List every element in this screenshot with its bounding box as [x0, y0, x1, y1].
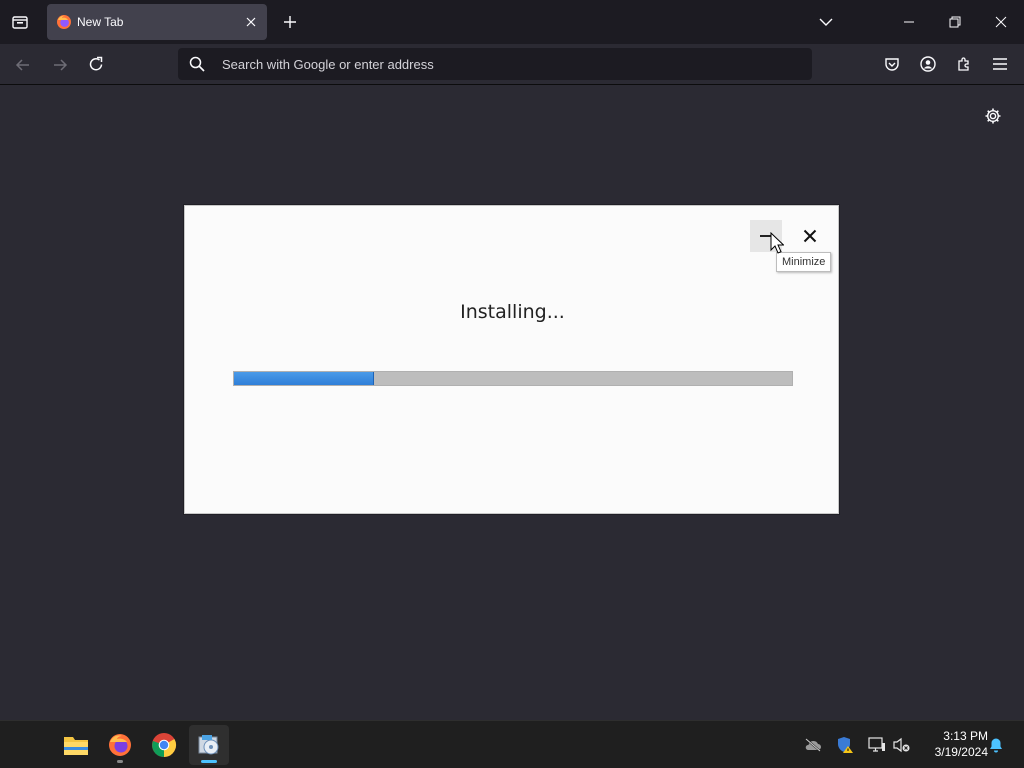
chevron-down-icon — [819, 18, 833, 26]
account-button[interactable] — [916, 52, 940, 76]
cloud-offline-icon — [805, 738, 821, 752]
running-indicator — [117, 760, 123, 763]
bell-icon — [990, 738, 1002, 753]
folder-icon — [64, 737, 88, 755]
taskbar-firefox[interactable] — [100, 725, 140, 765]
extensions-button[interactable] — [952, 52, 976, 76]
progress-fill — [234, 372, 374, 385]
account-icon — [920, 56, 936, 72]
active-indicator — [201, 760, 217, 763]
back-button[interactable] — [10, 52, 36, 78]
reload-icon — [89, 56, 103, 71]
chrome-icon — [152, 733, 177, 757]
tab-strip: New Tab — [0, 0, 1024, 44]
app-menu-button[interactable] — [988, 52, 1012, 76]
taskbar-clock[interactable]: 3:13 PM 3/19/2024 — [916, 728, 988, 760]
plus-icon — [284, 16, 296, 28]
network-icon — [868, 737, 885, 752]
taskbar: 3:13 PM 3/19/2024 — [0, 720, 1024, 768]
arrow-right-icon — [54, 59, 68, 71]
firefox-view-button[interactable] — [8, 10, 32, 34]
install-progress-bar — [233, 371, 793, 386]
personalize-button[interactable] — [982, 105, 1004, 127]
installer-icon — [198, 735, 219, 755]
tray-volume[interactable] — [892, 735, 912, 755]
taskbar-installer[interactable] — [189, 725, 229, 765]
gear-icon — [985, 108, 1001, 124]
reload-button[interactable] — [83, 51, 109, 77]
shield-warning-icon — [838, 737, 853, 753]
minimize-icon — [904, 21, 914, 23]
address-bar-placeholder: Search with Google or enter address — [222, 57, 434, 72]
tab-close-button[interactable] — [241, 12, 261, 32]
navigation-toolbar: Search with Google or enter address — [0, 44, 1024, 85]
close-icon — [995, 16, 1007, 28]
tab-new-tab[interactable]: New Tab — [47, 4, 267, 40]
new-tab-button[interactable] — [278, 10, 302, 34]
pocket-icon — [885, 58, 899, 71]
list-all-tabs-button[interactable] — [814, 10, 838, 34]
restore-icon — [949, 16, 961, 28]
close-icon — [246, 17, 256, 27]
installer-dialog: Minimize Installing... — [184, 205, 839, 514]
clock-time: 3:13 PM — [943, 729, 988, 743]
firefox-view-icon — [12, 16, 28, 29]
address-bar[interactable]: Search with Google or enter address — [178, 48, 812, 80]
tray-notifications[interactable] — [986, 735, 1006, 755]
volume-muted-icon — [893, 737, 910, 753]
window-minimize-button[interactable] — [894, 8, 924, 36]
tray-network[interactable] — [867, 735, 887, 755]
taskbar-chrome[interactable] — [144, 725, 184, 765]
window-restore-button[interactable] — [940, 8, 970, 36]
arrow-left-icon — [15, 59, 29, 71]
tab-title: New Tab — [77, 15, 124, 29]
tray-onedrive[interactable] — [803, 735, 823, 755]
firefox-icon — [57, 15, 71, 29]
dialog-close-button[interactable] — [796, 220, 824, 252]
hamburger-menu-icon — [993, 58, 1007, 70]
taskbar-file-explorer[interactable] — [56, 725, 96, 765]
window-close-button[interactable] — [986, 8, 1016, 36]
forward-button[interactable] — [47, 52, 73, 78]
mouse-cursor-icon — [770, 232, 784, 254]
close-icon — [803, 229, 817, 243]
tray-security[interactable] — [835, 735, 855, 755]
installing-status: Installing... — [460, 301, 565, 323]
minimize-tooltip: Minimize — [776, 252, 832, 272]
clock-date: 3/19/2024 — [934, 745, 988, 759]
pocket-button[interactable] — [880, 52, 904, 76]
puzzle-icon — [958, 57, 969, 71]
search-icon — [189, 56, 205, 72]
firefox-icon — [109, 734, 131, 756]
